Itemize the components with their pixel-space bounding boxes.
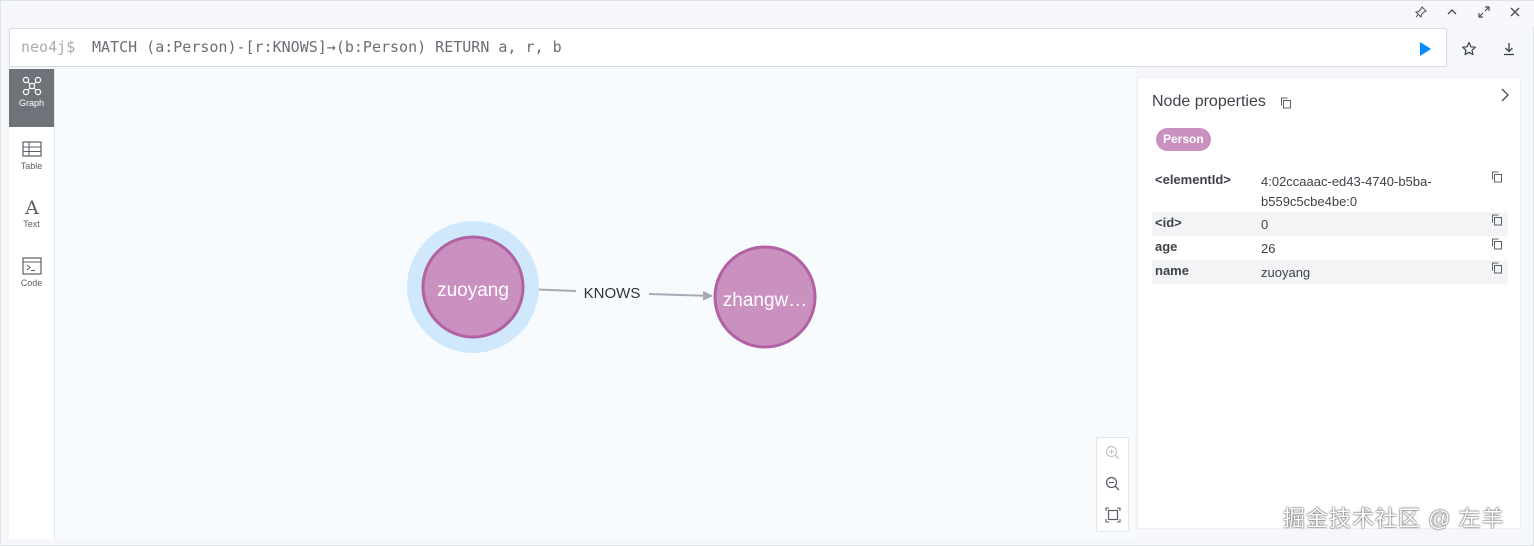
sidebar-item-code[interactable]: Code [9, 249, 54, 307]
node-caption: zhangw… [723, 290, 808, 311]
sidebar-item-label: Text [23, 219, 40, 229]
zoom-controls [1096, 437, 1129, 532]
node-properties-panel: Node properties Person <elementId> 4:02c… [1137, 77, 1521, 529]
table-row: <id> 0 [1152, 212, 1508, 236]
download-icon [1504, 43, 1514, 56]
zoom-out-icon [1105, 476, 1120, 491]
view-sidebar: Graph Table A Text Code [9, 69, 55, 539]
sidebar-item-label: Table [20, 161, 43, 171]
query-editor[interactable]: neo4j$ MATCH (a:Person)-[r:KNOWS]→(b:Per… [9, 28, 1447, 67]
copy-icon[interactable] [1491, 214, 1503, 226]
star-icon [1462, 41, 1476, 56]
play-icon [1420, 42, 1431, 56]
expand-icon[interactable] [1476, 6, 1492, 22]
table-row: name zuoyang [1152, 260, 1508, 284]
copy-icon[interactable] [1491, 262, 1503, 274]
code-icon [21, 257, 42, 275]
property-key: age [1155, 239, 1178, 254]
zoom-in-icon [1105, 445, 1120, 460]
run-button[interactable] [1415, 39, 1435, 59]
property-value: 0 [1261, 217, 1269, 232]
graph-node[interactable]: zhangw… [713, 245, 817, 349]
property-key: <id> [1155, 215, 1182, 230]
sidebar-item-text[interactable]: A Text [9, 190, 54, 248]
editor-prompt: neo4j$ [21, 38, 76, 56]
property-key: name [1155, 263, 1189, 278]
panel-title: Node properties [1152, 93, 1266, 110]
properties-table: <elementId> 4:02ccaaac-ed43-4740-b5ba-b5… [1152, 169, 1508, 284]
graph-node[interactable]: zuoyang [407, 221, 539, 353]
graph-icon [22, 76, 41, 96]
copy-icon[interactable] [1280, 96, 1292, 109]
sidebar-item-label: Graph [18, 98, 44, 108]
frame-topbar [1, 1, 1534, 27]
relationship-arrow[interactable] [648, 290, 713, 301]
graph-canvas[interactable]: KNOWS zuoyang zhangw… [55, 69, 1135, 539]
close-icon[interactable] [1507, 6, 1523, 22]
zoom-out-button[interactable] [1104, 475, 1122, 493]
property-key: <elementId> [1155, 172, 1231, 187]
sidebar-item-graph[interactable]: Graph [9, 69, 54, 127]
property-value: 26 [1261, 241, 1276, 256]
table-icon [21, 141, 42, 157]
node-caption: zuoyang [437, 280, 509, 301]
text-icon: A [24, 197, 39, 218]
query-text[interactable]: MATCH (a:Person)-[r:KNOWS]→(b:Person) RE… [92, 38, 562, 56]
collapse-panel-button[interactable] [1496, 86, 1514, 104]
copy-icon[interactable] [1491, 171, 1503, 183]
svg-text:A: A [24, 197, 39, 218]
node-label-pill[interactable]: Person [1156, 128, 1211, 151]
fit-screen-icon [1105, 507, 1121, 523]
property-value: 4:02ccaaac-ed43-4740-b5ba-b559c5cbe4be:0 [1261, 174, 1432, 209]
favorite-button[interactable] [1459, 39, 1479, 59]
sidebar-item-label: Code [20, 278, 43, 288]
zoom-in-button[interactable] [1104, 444, 1122, 462]
collapse-up-icon[interactable] [1444, 6, 1460, 22]
property-value: zuoyang [1261, 265, 1311, 280]
table-row: <elementId> 4:02ccaaac-ed43-4740-b5ba-b5… [1152, 169, 1508, 212]
relationship-label: KNOWS [584, 285, 641, 302]
download-button[interactable] [1499, 39, 1519, 59]
copy-icon[interactable] [1491, 238, 1503, 250]
chevron-right-icon [1501, 88, 1509, 102]
fit-to-screen-button[interactable] [1104, 506, 1122, 524]
table-row: age 26 [1152, 236, 1508, 260]
watermark: 掘金技术社区 @ 左羊 [1283, 506, 1505, 531]
result-frame: neo4j$ MATCH (a:Person)-[r:KNOWS]→(b:Per… [0, 0, 1534, 546]
sidebar-item-table[interactable]: Table [9, 132, 54, 190]
pin-icon[interactable] [1413, 6, 1429, 22]
